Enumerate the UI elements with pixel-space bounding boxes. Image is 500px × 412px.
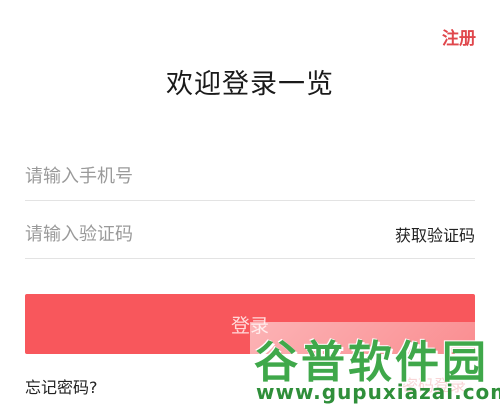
phone-field-row bbox=[25, 150, 475, 201]
page-title: 欢迎登录一览 bbox=[166, 69, 334, 100]
register-link[interactable]: 注册 bbox=[442, 24, 476, 49]
code-field-row: 获取验证码 bbox=[25, 208, 475, 259]
login-button[interactable]: 登录 bbox=[25, 294, 475, 354]
phone-input[interactable] bbox=[25, 158, 365, 194]
forgot-password-link[interactable]: 忘记密码? bbox=[25, 374, 98, 398]
verification-code-input[interactable] bbox=[25, 216, 365, 252]
login-screen: 注册 欢迎登录一览 获取验证码 登录 忘记密码? 密码登录 谷普软件园 www.… bbox=[0, 0, 500, 412]
password-login-link[interactable]: 密码登录 bbox=[402, 372, 466, 396]
get-code-button[interactable]: 获取验证码 bbox=[395, 222, 475, 246]
